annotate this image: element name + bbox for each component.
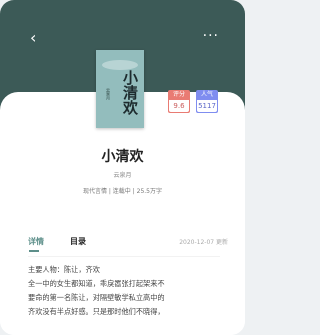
popularity-value: 5117 (197, 100, 217, 112)
popularity-label: 人气 (200, 91, 213, 98)
cover-decoration (102, 60, 138, 70)
book-detail-screen: ‹ ··· 小清欢 云泉月 评分 9.6 人气 5117 小清欢 云泉月 现代言… (0, 0, 245, 335)
back-button[interactable]: ‹ (30, 30, 46, 46)
description-line: 全一中的女生都知道，乖戾嚣张打起架来不 (28, 279, 165, 288)
popularity-badge: 人气 5117 (196, 90, 218, 113)
tab-divider (28, 256, 220, 257)
chevron-left-icon[interactable]: ‹ (30, 28, 36, 47)
rating-label: 评分 (172, 91, 185, 98)
cover-title: 小清欢 (121, 70, 139, 115)
more-button[interactable]: ··· (203, 28, 219, 44)
description-line: 齐欢没有半点好感。只是那时他们不晓得， (28, 307, 165, 316)
update-date: 2020-12-07 更新 (179, 239, 228, 246)
main-characters: 主要人物：陈让，齐欢 (28, 265, 100, 274)
cover-author: 云泉月 (106, 88, 111, 100)
description-line: 要命的第一名陈让，对隔壁敏学私立高中的 (28, 293, 165, 302)
tab-catalog[interactable]: 目录 (70, 236, 86, 247)
rating-value: 9.6 (169, 100, 189, 112)
book-author[interactable]: 云泉月 (0, 170, 245, 179)
book-title: 小清欢 (101, 149, 144, 165)
rating-badge: 评分 9.6 (168, 90, 190, 113)
book-description: 主要人物：陈让，齐欢 全一中的女生都知道，乖戾嚣张打起架来不 要命的第一名陈让，… (28, 263, 218, 319)
book-cover[interactable]: 小清欢 云泉月 (96, 50, 144, 128)
book-meta: 现代言情 | 连载中 | 25.5万字 (82, 188, 163, 195)
tab-details[interactable]: 详情 (28, 236, 44, 252)
tab-bar: 详情 目录 2020-12-07 更新 (28, 236, 228, 256)
more-horizontal-icon[interactable]: ··· (203, 28, 219, 44)
